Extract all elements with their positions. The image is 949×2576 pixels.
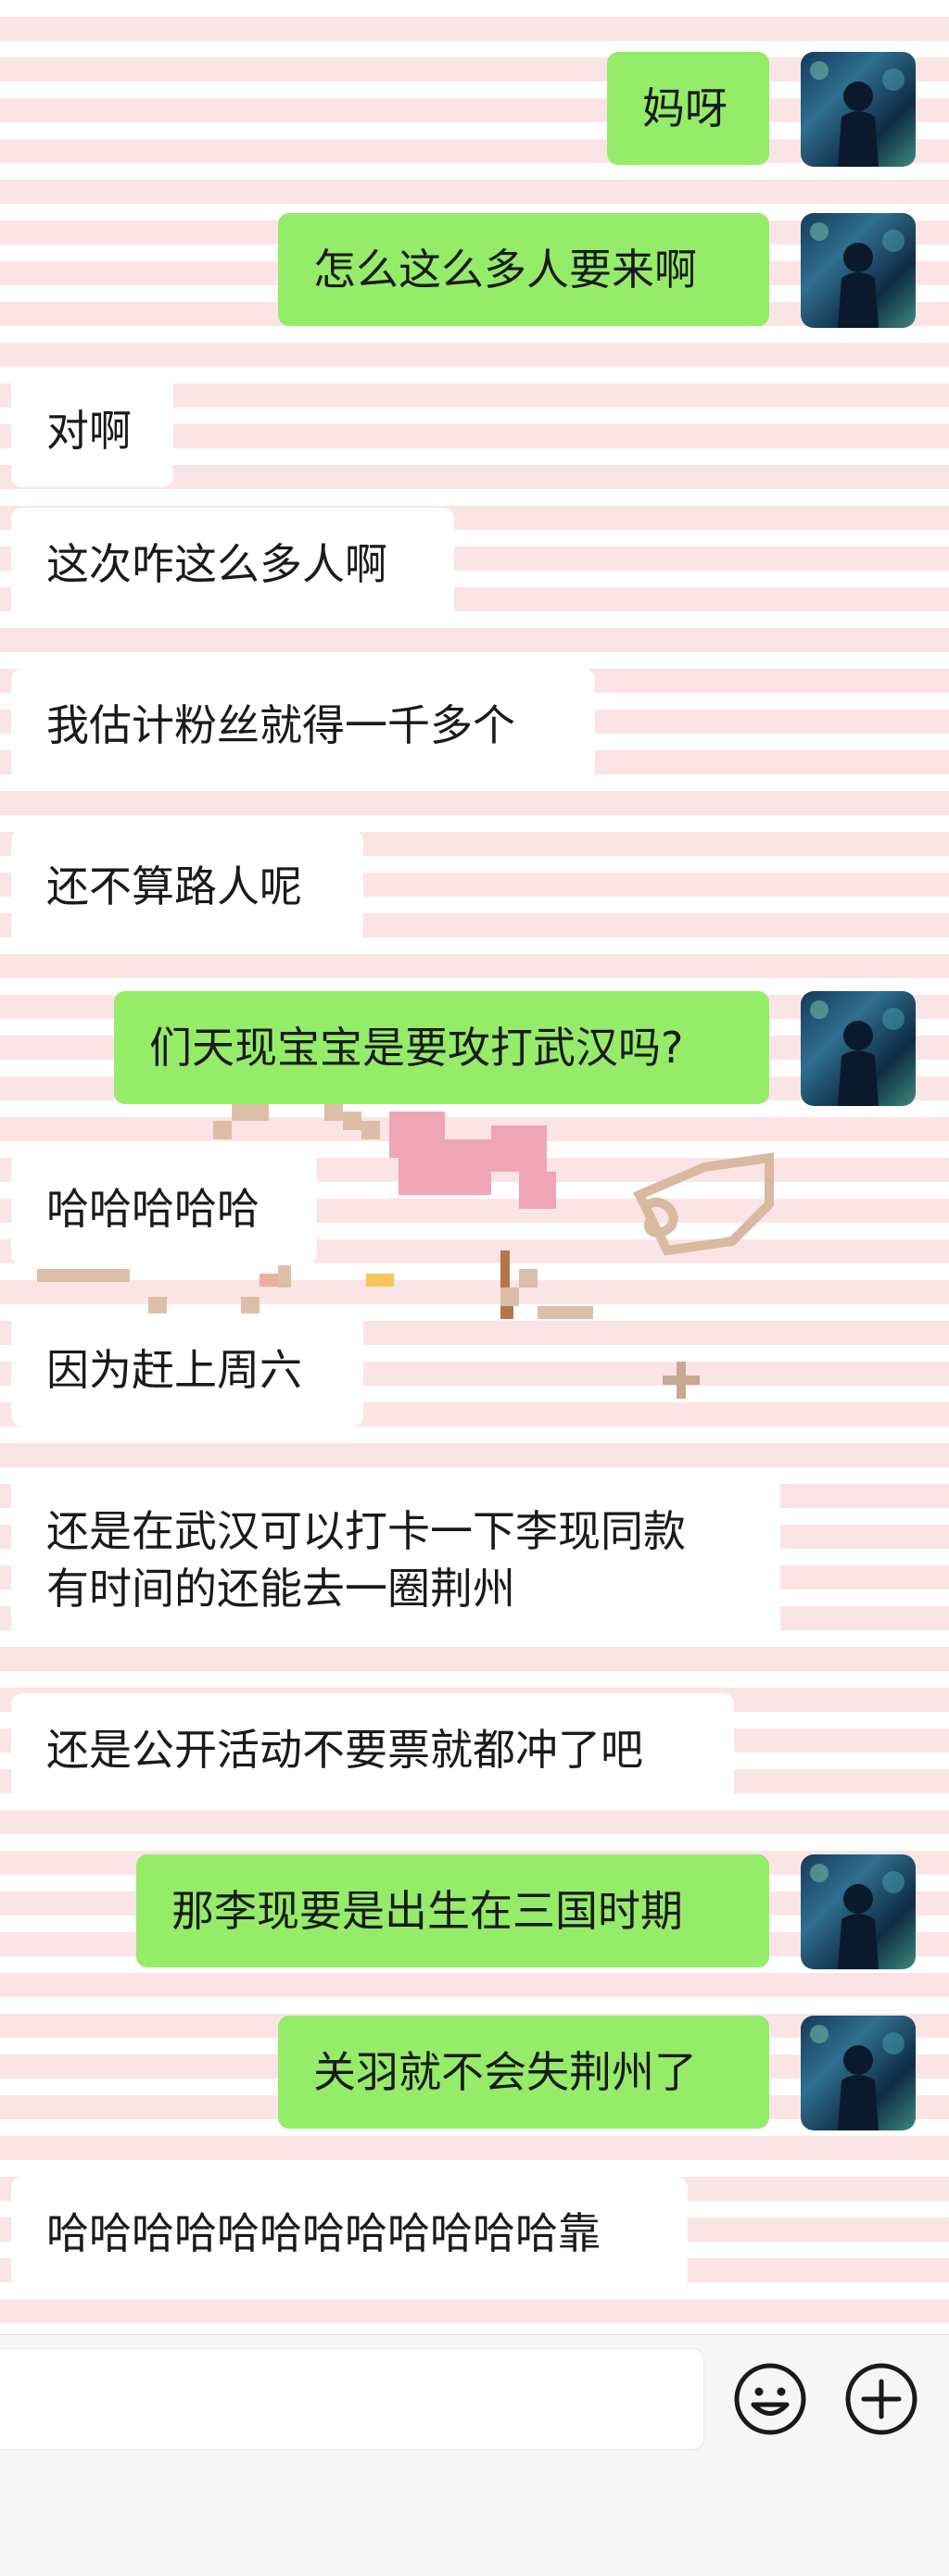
- more-button[interactable]: [843, 2361, 919, 2437]
- outgoing-bubble[interactable]: 妈呀: [607, 52, 769, 165]
- bottom-safe-area: [0, 2464, 949, 2576]
- chat-area: 妈呀 怎么这么多人要来啊 对啊 这次咋这么多人啊 我估计粉丝就得一千多个 还不算…: [0, 0, 949, 2334]
- incoming-bubble[interactable]: 这次咋这么多人啊: [11, 508, 454, 621]
- outgoing-bubble[interactable]: 们天现宝宝是要攻打武汉吗?: [114, 991, 769, 1104]
- input-bar: [0, 2334, 949, 2465]
- user-avatar[interactable]: [801, 213, 916, 328]
- outgoing-bubble[interactable]: 怎么这么多人要来啊: [278, 213, 769, 326]
- incoming-bubble[interactable]: 还不算路人呢: [11, 830, 363, 943]
- plus-circle-icon: [845, 2363, 917, 2435]
- bubble-line: 还是在武汉可以打卡一下李现同款: [46, 1506, 686, 1556]
- incoming-bubble[interactable]: 哈哈哈哈哈: [11, 1152, 317, 1265]
- incoming-bubble[interactable]: 我估计粉丝就得一千多个: [11, 669, 595, 782]
- smiley-face-icon: [734, 2363, 806, 2435]
- incoming-bubble[interactable]: 因为赶上周六: [11, 1313, 363, 1426]
- incoming-bubble[interactable]: 还是在武汉可以打卡一下李现同款 有时间的还能去一圈荆州: [11, 1475, 780, 1646]
- emoji-button[interactable]: [732, 2361, 808, 2437]
- user-avatar[interactable]: [801, 52, 916, 167]
- user-avatar[interactable]: [801, 991, 916, 1106]
- outgoing-bubble[interactable]: 关羽就不会失荆州了: [278, 2016, 769, 2129]
- user-avatar[interactable]: [801, 2016, 916, 2130]
- incoming-bubble[interactable]: 还是公开活动不要票就都冲了吧: [11, 1693, 734, 1806]
- bubble-line: 有时间的还能去一圈荆州: [46, 1564, 515, 1614]
- incoming-bubble[interactable]: 对啊: [11, 374, 173, 487]
- incoming-bubble[interactable]: 哈哈哈哈哈哈哈哈哈哈哈哈靠: [11, 2177, 688, 2290]
- outgoing-bubble[interactable]: 那李现要是出生在三国时期: [136, 1854, 769, 1967]
- user-avatar[interactable]: [801, 1854, 916, 1969]
- message-input[interactable]: [0, 2348, 704, 2450]
